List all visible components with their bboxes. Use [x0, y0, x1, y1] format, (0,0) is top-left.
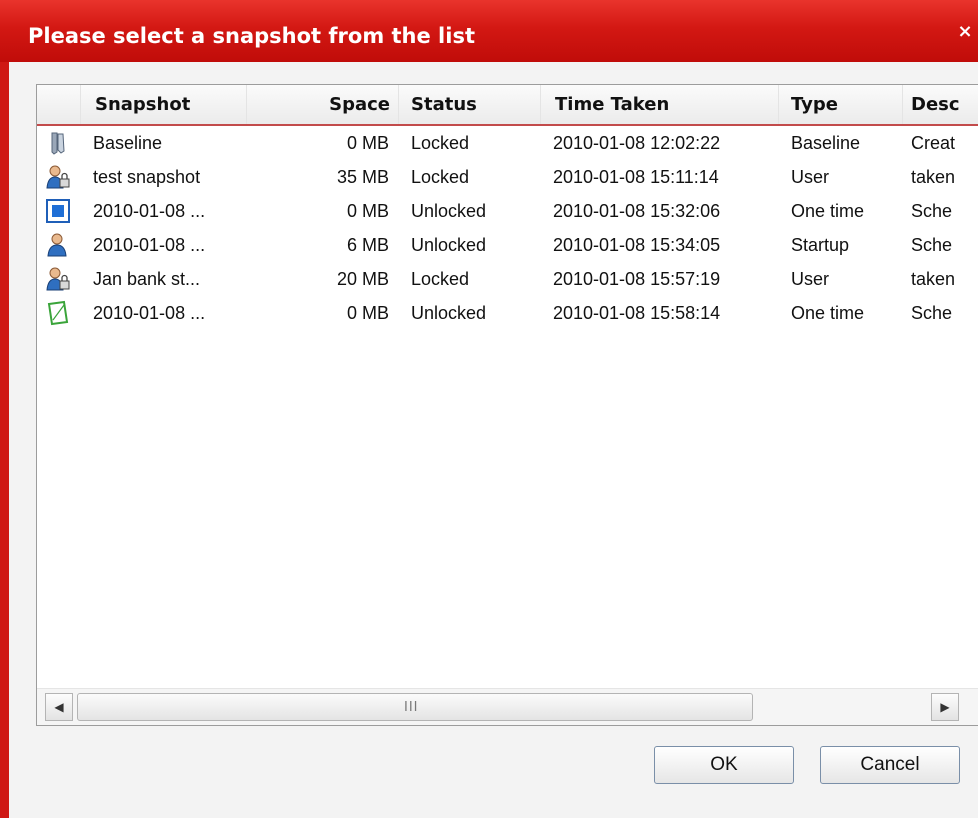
horizontal-scrollbar[interactable]: ◀ III ▶ — [37, 688, 978, 725]
header-type[interactable]: Type — [779, 85, 903, 124]
status-value: Locked — [411, 167, 470, 187]
green-page-icon — [47, 300, 69, 326]
snapshot-name: Jan bank st... — [93, 269, 201, 289]
list-rows: Baseline 0 MB Locked 2010-01-08 12:02:22… — [37, 126, 978, 330]
user-locked-icon — [46, 267, 70, 291]
time-value: 2010-01-08 15:34:05 — [553, 235, 721, 255]
dialog-title: Please select a snapshot from the list — [28, 24, 475, 48]
desc-value: taken — [911, 269, 956, 289]
snapshot-dialog: Please select a snapshot from the list ×… — [0, 0, 978, 818]
desc-value: taken — [911, 167, 956, 187]
time-value: 2010-01-08 15:57:19 — [553, 269, 721, 289]
snapshot-name: 2010-01-08 ... — [93, 303, 206, 323]
time-value: 2010-01-08 15:58:14 — [553, 303, 721, 323]
type-value: User — [791, 167, 830, 187]
snapshot-name: Baseline — [93, 133, 163, 153]
table-row[interactable]: Baseline 0 MB Locked 2010-01-08 12:02:22… — [37, 126, 978, 160]
space-value: 6 MB — [346, 235, 389, 255]
snapshot-name: 2010-01-08 ... — [93, 201, 206, 221]
user-locked-icon — [46, 165, 70, 189]
table-row[interactable]: test snapshot 35 MB Locked 2010-01-08 15… — [37, 160, 978, 194]
type-value: Baseline — [791, 133, 861, 153]
scroll-left-button[interactable]: ◀ — [45, 693, 73, 721]
desc-value: Creat — [911, 133, 956, 153]
time-value: 2010-01-08 15:11:14 — [553, 167, 719, 187]
status-value: Locked — [411, 133, 470, 153]
list-header: Snapshot Space Status Time Taken Type De… — [37, 85, 978, 126]
ok-button[interactable]: OK — [654, 746, 794, 784]
table-row[interactable]: 2010-01-08 ... 6 MB Unlocked 2010-01-08 … — [37, 228, 978, 262]
type-value: User — [791, 269, 830, 289]
status-value: Unlocked — [411, 201, 487, 221]
space-value: 35 MB — [336, 167, 389, 187]
space-value: 0 MB — [346, 201, 389, 221]
header-space[interactable]: Space — [247, 85, 399, 124]
snapshot-name: 2010-01-08 ... — [93, 235, 206, 255]
scrollbar-thumb[interactable]: III — [77, 693, 753, 721]
header-description[interactable]: Desc — [903, 85, 978, 124]
startup-user-icon — [47, 233, 67, 257]
cancel-button[interactable]: Cancel — [820, 746, 960, 784]
title-bar[interactable]: Please select a snapshot from the list × — [0, 0, 978, 62]
one-time-icon — [46, 199, 70, 223]
status-value: Locked — [411, 269, 470, 289]
space-value: 0 MB — [346, 133, 389, 153]
type-value: One time — [791, 201, 865, 221]
snapshot-name: test snapshot — [93, 167, 201, 187]
header-snapshot[interactable]: Snapshot — [81, 85, 247, 124]
status-value: Unlocked — [411, 303, 487, 323]
desc-value: Sche — [911, 235, 953, 255]
snapshot-list[interactable]: Snapshot Space Status Time Taken Type De… — [36, 84, 978, 726]
close-button[interactable]: × — [953, 20, 977, 44]
table-row[interactable]: Jan bank st... 20 MB Locked 2010-01-08 1… — [37, 262, 978, 296]
scrollbar-grip: III — [404, 700, 419, 715]
header-icon-column[interactable] — [37, 85, 81, 124]
status-value: Unlocked — [411, 235, 487, 255]
type-value: One time — [791, 303, 865, 323]
type-value: Startup — [791, 235, 850, 255]
desc-value: Sche — [911, 303, 953, 323]
baseline-icon — [51, 132, 65, 155]
time-value: 2010-01-08 15:32:06 — [553, 201, 721, 221]
desc-value: Sche — [911, 201, 953, 221]
header-status[interactable]: Status — [399, 85, 541, 124]
table-row[interactable]: 2010-01-08 ... 0 MB Unlocked 2010-01-08 … — [37, 296, 978, 330]
time-value: 2010-01-08 12:02:22 — [553, 133, 721, 153]
window-border — [0, 62, 9, 818]
space-value: 0 MB — [346, 303, 389, 323]
header-time-taken[interactable]: Time Taken — [541, 85, 779, 124]
table-row[interactable]: 2010-01-08 ... 0 MB Unlocked 2010-01-08 … — [37, 194, 978, 228]
scroll-right-button[interactable]: ▶ — [931, 693, 959, 721]
space-value: 20 MB — [336, 269, 389, 289]
